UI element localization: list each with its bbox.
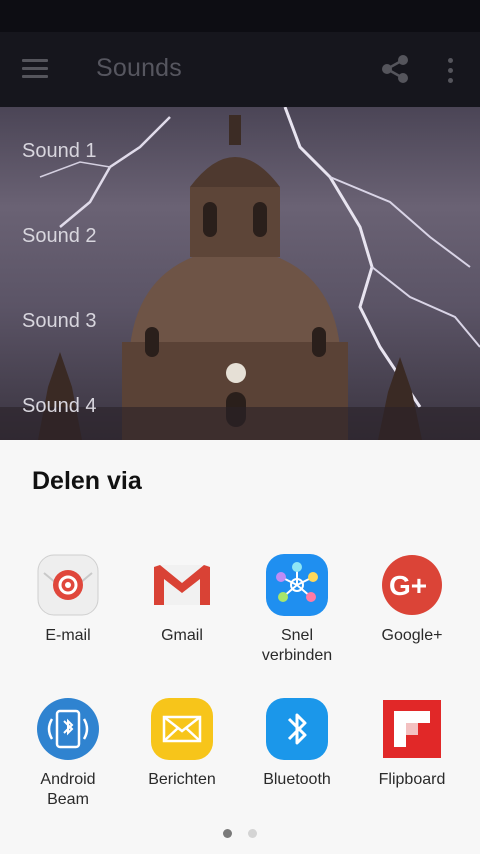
page-indicator xyxy=(0,829,480,841)
sound-item-2[interactable]: Sound 2 xyxy=(22,225,97,248)
share-app-bluetooth[interactable]: Bluetooth xyxy=(240,697,354,790)
more-vert-icon xyxy=(436,54,464,83)
sound-item-4[interactable]: Sound 4 xyxy=(22,395,97,418)
share-button[interactable] xyxy=(378,52,412,86)
share-app-label: Google+ xyxy=(381,627,443,644)
share-app-label: Flipboard xyxy=(378,771,446,788)
hamburger-icon xyxy=(22,59,48,62)
sound-item-1[interactable]: Sound 1 xyxy=(22,140,97,163)
share-app-quick-connect[interactable]: Snel verbinden xyxy=(240,553,354,666)
share-app-email[interactable]: E-mail xyxy=(11,553,125,646)
svg-text:G+: G+ xyxy=(389,570,427,601)
share-icon xyxy=(382,55,408,83)
email-icon xyxy=(36,553,100,617)
share-app-label: E-mail xyxy=(45,627,91,644)
status-bar xyxy=(0,0,480,32)
share-app-flipboard[interactable]: Flipboard xyxy=(355,697,469,790)
google-plus-icon: G+ xyxy=(380,553,444,617)
app-bar: Sounds xyxy=(0,32,480,107)
share-app-label: Gmail xyxy=(161,627,203,644)
share-app-messages[interactable]: Berichten xyxy=(125,697,239,790)
share-app-label: Bluetooth xyxy=(263,771,331,788)
share-app-android-beam[interactable]: Android Beam xyxy=(11,697,125,810)
share-app-google-plus[interactable]: G+ Google+ xyxy=(355,553,469,646)
page-dot-active[interactable] xyxy=(223,829,232,838)
bluetooth-icon xyxy=(265,697,329,761)
share-app-gmail[interactable]: Gmail xyxy=(125,553,239,646)
more-options-button[interactable] xyxy=(436,54,464,86)
background-image: Sound 1 Sound 2 Sound 3 Sound 4 xyxy=(0,107,480,440)
menu-button[interactable] xyxy=(22,56,52,84)
quick-connect-icon xyxy=(265,553,329,617)
share-app-label: Android Beam xyxy=(40,771,96,808)
share-sheet-title: Delen via xyxy=(32,467,142,495)
share-sheet: Delen via E-mail Gmail Snel verbinden G+… xyxy=(0,440,480,854)
flipboard-icon xyxy=(380,697,444,761)
share-app-label: Berichten xyxy=(148,771,216,788)
page-dot-inactive[interactable] xyxy=(248,829,257,838)
android-beam-icon xyxy=(36,697,100,761)
messages-icon xyxy=(150,697,214,761)
app-title: Sounds xyxy=(96,54,182,82)
share-app-label: Snel verbinden xyxy=(261,627,333,664)
gmail-icon xyxy=(150,553,214,617)
sound-item-3[interactable]: Sound 3 xyxy=(22,310,97,333)
